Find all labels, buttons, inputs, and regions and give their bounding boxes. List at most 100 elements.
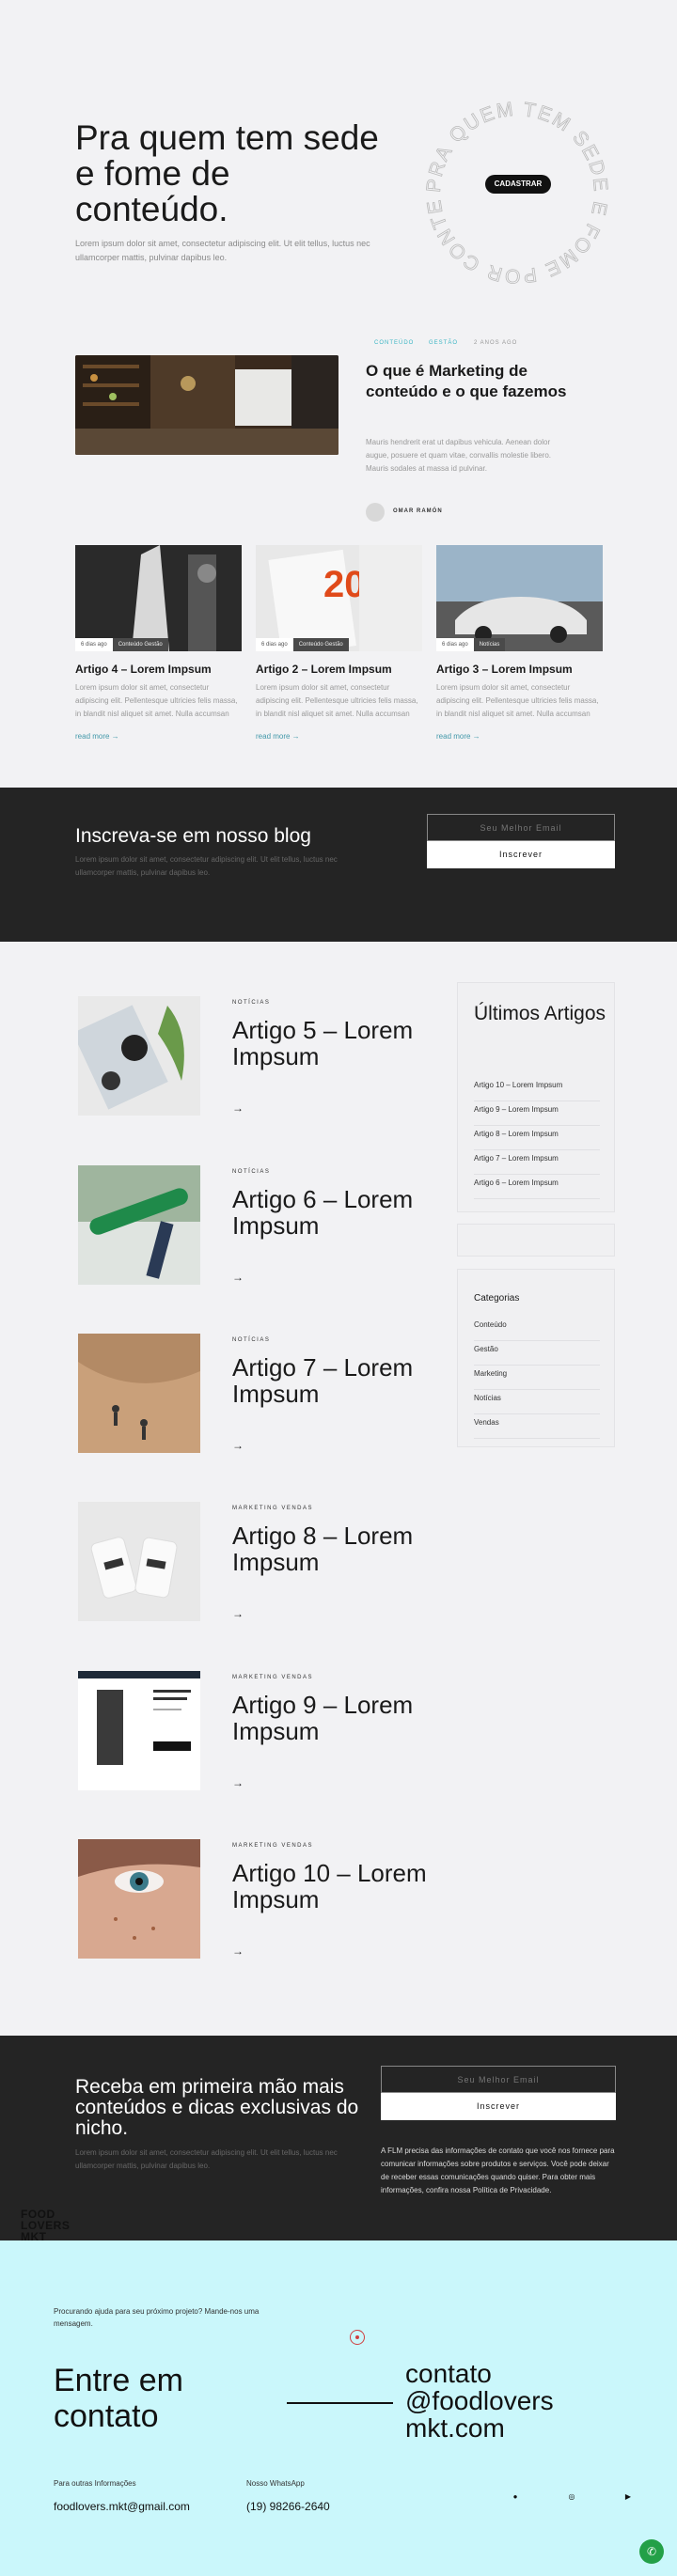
arrow-right-icon[interactable]: → [232,1439,244,1452]
article-thumbnail[interactable] [78,1502,200,1621]
article-title[interactable]: Artigo 10 – Lorem Impsum [232,1860,439,1912]
card-date: 6 dias ago [436,638,474,651]
article-category[interactable]: MARKETING VENDAS [232,1506,313,1511]
article-category[interactable]: NOTÍCIAS [232,1337,270,1343]
email-label: Para outras Informações [54,2479,136,2488]
card-image[interactable]: 20 6 dias ago Conteúdo Gestão [256,545,422,651]
author-name[interactable]: OMAR RAMÓN [393,508,443,514]
article-list-item[interactable]: NOTÍCIAS Artigo 7 – Lorem Impsum → [75,1334,433,1456]
article-title[interactable]: Artigo 8 – Lorem Impsum [232,1522,439,1575]
card-title[interactable]: Artigo 4 – Lorem Impsum [75,663,242,676]
category-link[interactable]: Vendas [474,1414,600,1439]
subscribe-button[interactable]: Inscrever [427,841,615,868]
card-title[interactable]: Artigo 3 – Lorem Impsum [436,663,603,676]
category-link[interactable]: Notícias [474,1390,600,1414]
categories-widget: Categorias Conteúdo Gestão Marketing Not… [457,1269,615,1447]
subscribe-footer-button[interactable]: Inscrever [381,2093,616,2120]
featured-tag-conteudo[interactable]: CONTEÚDO [374,340,414,346]
categories-title: Categorias [474,1293,520,1304]
featured-date: 2 ANOS AGO [474,340,518,346]
article-category[interactable]: MARKETING VENDAS [232,1675,313,1680]
article-category[interactable]: NOTÍCIAS [232,1000,270,1006]
newsletter-footer-title: Receba em primeira mão mais conteúdos e … [75,2076,359,2139]
latest-article-link[interactable]: Artigo 9 – Lorem Impsum [474,1101,600,1126]
newsletter-section: Inscreva-se em nosso blog Lorem ipsum do… [0,788,677,942]
contact-help-text: Procurando ajuda para seu próximo projet… [54,2307,260,2328]
latest-article-link[interactable]: Artigo 10 – Lorem Impsum [474,1077,600,1101]
card-category[interactable]: Conteúdo Gestão [112,638,168,651]
newsletter-title: Inscreva-se em nosso blog [75,825,311,847]
article-list-item[interactable]: NOTÍCIAS Artigo 6 – Lorem Impsum → [75,1165,433,1288]
arrow-right-icon[interactable]: → [232,1944,244,1958]
read-more-link[interactable]: read more → [256,732,422,741]
newsletter-footer-text: Lorem ipsum dolor sit amet, consectetur … [75,2148,338,2170]
card-image[interactable]: 6 dias ago Notícias [436,545,603,651]
card-title[interactable]: Artigo 2 – Lorem Impsum [256,663,422,676]
whatsapp-float-icon[interactable]: ✆ [639,2539,664,2564]
contact-section: Procurando ajuda para seu próximo projet… [0,2240,677,2576]
newsletter-footer-email-input[interactable] [381,2066,616,2093]
latest-article-link[interactable]: Artigo 8 – Lorem Impsum [474,1126,600,1150]
featured-image[interactable] [75,355,338,455]
card-category[interactable]: Notícias [473,638,506,651]
article-list-item[interactable]: MARKETING VENDAS Artigo 9 – Lorem Impsum… [75,1671,433,1793]
record-dot-icon [350,2330,365,2345]
article-thumbnail[interactable] [78,996,200,1116]
card-date: 6 dias ago [256,638,293,651]
newsletter-text: Lorem ipsum dolor sit amet, consectetur … [75,855,338,877]
card-image[interactable]: 6 dias ago Conteúdo Gestão [75,545,242,651]
hero-section: Pra quem tem sede e fome de conteúdo. Lo… [0,0,677,310]
category-link[interactable]: Marketing [474,1366,600,1390]
article-list-item[interactable]: MARKETING VENDAS Artigo 10 – Lorem Impsu… [75,1839,433,1961]
privacy-notice: A FLM precisa das informações de contato… [381,2147,615,2194]
card-excerpt: Lorem ipsum dolor sit amet, consectetur … [75,683,238,718]
facebook-icon[interactable]: ● [509,2490,522,2504]
article-title[interactable]: Artigo 9 – Lorem Impsum [232,1692,439,1744]
article-category[interactable]: MARKETING VENDAS [232,1843,313,1849]
arrow-right-icon[interactable]: → [232,1271,244,1284]
brand-logo[interactable]: FOOD LOVERS MKT [21,2209,70,2242]
youtube-icon[interactable]: ▶ [622,2490,635,2504]
article-card[interactable]: 20 6 dias ago Conteúdo Gestão Artigo 2 – … [256,545,422,741]
article-thumbnail[interactable] [78,1671,200,1790]
whatsapp-label: Nosso WhatsApp [246,2479,305,2488]
article-card[interactable]: 6 dias ago Notícias Artigo 3 – Lorem Imps… [436,545,603,741]
hero-subtitle: Lorem ipsum dolor sit amet, consectetur … [75,239,370,262]
article-thumbnail[interactable] [78,1165,200,1285]
arrow-right-icon[interactable]: → [232,1101,244,1115]
contact-whatsapp[interactable]: (19) 98266-2640 [246,2500,330,2513]
contact-email[interactable]: foodlovers.mkt@gmail.com [54,2500,190,2513]
article-title[interactable]: Artigo 5 – Lorem Impsum [232,1017,439,1069]
article-title[interactable]: Artigo 7 – Lorem Impsum [232,1354,439,1407]
arrow-right-icon[interactable]: → [232,1776,244,1789]
newsletter-footer-section: Receba em primeira mão mais conteúdos e … [0,2036,677,2240]
article-list-item[interactable]: NOTÍCIAS Artigo 5 – Lorem Impsum → [75,996,433,1118]
svg-text:20: 20 [323,564,366,605]
instagram-icon[interactable]: ◎ [565,2490,578,2504]
featured-excerpt: Mauris hendrerit erat ut dapibus vehicul… [366,438,551,473]
article-thumbnail[interactable] [78,1839,200,1959]
latest-article-link[interactable]: Artigo 6 – Lorem Impsum [474,1175,600,1199]
newsletter-email-input[interactable] [427,814,615,841]
sidebar-widget-empty [457,1224,615,1257]
hero-title: Pra quem tem sede e fome de conteúdo. [75,118,379,228]
article-thumbnail[interactable] [78,1334,200,1453]
read-more-link[interactable]: read more → [436,732,603,741]
contact-email-large[interactable]: contato @foodlovers mkt.com [405,2360,640,2442]
latest-articles-widget: Últimos Artigos Artigo 10 – Lorem Impsum… [457,982,615,1212]
article-title[interactable]: Artigo 6 – Lorem Impsum [232,1186,439,1239]
read-more-link[interactable]: read more → [75,732,242,741]
article-list-item[interactable]: MARKETING VENDAS Artigo 8 – Lorem Impsum… [75,1502,433,1624]
card-category[interactable]: Conteúdo Gestão [292,638,349,651]
cadastrar-button[interactable]: CADASTRAR [485,175,551,194]
article-category[interactable]: NOTÍCIAS [232,1169,270,1175]
article-card[interactable]: 6 dias ago Conteúdo Gestão Artigo 4 – Lor… [75,545,242,741]
featured-title[interactable]: O que é Marketing de conteúdo e o que fa… [366,361,573,402]
card-excerpt: Lorem ipsum dolor sit amet, consectetur … [256,683,418,718]
category-link[interactable]: Gestão [474,1341,600,1366]
featured-tag-gestao[interactable]: GESTÃO [429,340,458,346]
latest-article-link[interactable]: Artigo 7 – Lorem Impsum [474,1150,600,1175]
category-link[interactable]: Conteúdo [474,1317,600,1341]
card-date: 6 dias ago [75,638,113,651]
arrow-right-icon[interactable]: → [232,1607,244,1620]
